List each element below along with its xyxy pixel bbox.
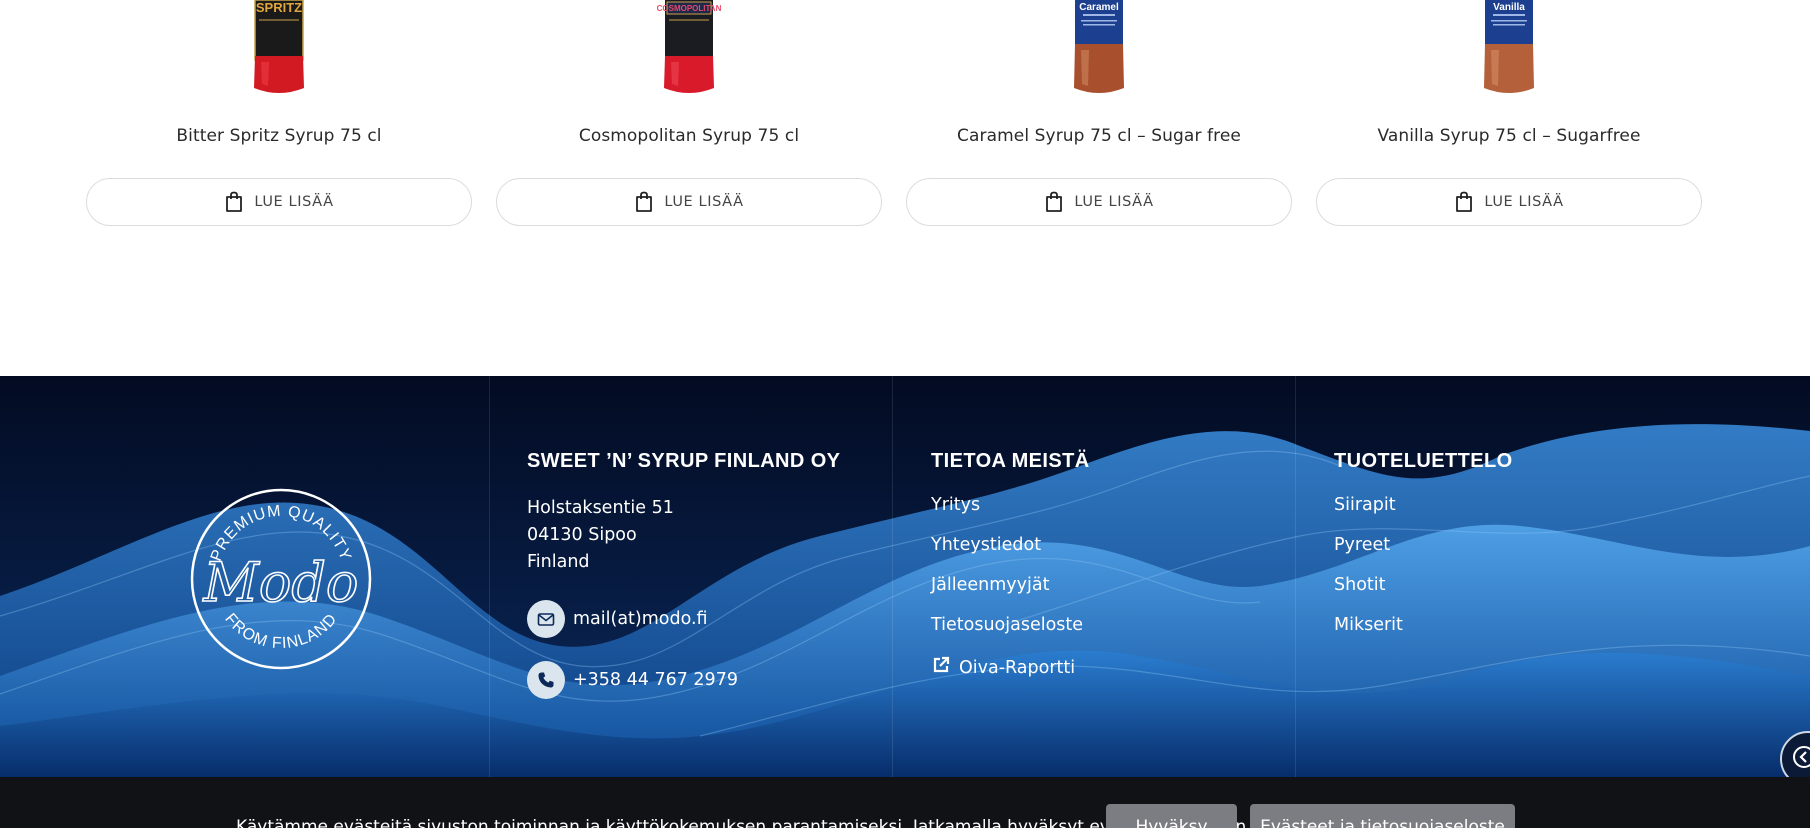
svg-text:FROM FINLAND: FROM FINLAND (221, 610, 340, 652)
cookie-accept-button[interactable]: Hyväksy (1106, 804, 1237, 828)
svg-text:Caramel: Caramel (1079, 2, 1119, 13)
read-more-label: LUE LISÄÄ (1484, 194, 1564, 210)
read-more-button[interactable]: LUE LISÄÄ (906, 178, 1292, 226)
email-contact[interactable]: mail(at)modo.fi (527, 600, 840, 638)
catalog-column: TUOTELUETTELO Siirapit Pyreet Shotit Mik… (1334, 450, 1513, 655)
footer-link-yhteystiedot[interactable]: Yhteystiedot (931, 535, 1090, 555)
product-grid: SPRITZ Bitter Spritz Syrup 75 cl LUE LIS… (0, 0, 1810, 376)
email-text[interactable]: mail(at)modo.fi (573, 609, 708, 629)
product-card: Caramel Caramel Syrup 75 cl – Sugar free… (906, 0, 1292, 230)
bag-icon (224, 191, 244, 213)
product-card: Vanilla Vanilla Syrup 75 cl – Sugarfree … (1316, 0, 1702, 230)
column-divider (1295, 376, 1296, 777)
phone-icon (527, 661, 565, 699)
read-more-label: LUE LISÄÄ (1074, 194, 1154, 210)
footer-link-siirapit[interactable]: Siirapit (1334, 495, 1513, 515)
product-image[interactable]: SPRITZ (229, 0, 329, 96)
site-footer: PREMIUM QUALITY FROM FINLAND Modo SWEET … (0, 376, 1810, 777)
footer-link-oiva-raportti[interactable]: Oiva-Raportti (931, 655, 1090, 680)
bag-icon (1454, 191, 1474, 213)
product-name[interactable]: Cosmopolitan Syrup 75 cl (496, 126, 882, 146)
cookie-info-button[interactable]: Evästeet ja tietosuojaseloste (1250, 804, 1515, 828)
envelope-icon (527, 600, 565, 638)
cookie-text: Käytämme evästeitä sivuston toiminnan ja… (236, 817, 1252, 828)
product-image[interactable]: Caramel (1049, 0, 1149, 96)
bag-icon (634, 191, 654, 213)
read-more-button[interactable]: LUE LISÄÄ (86, 178, 472, 226)
read-more-label: LUE LISÄÄ (254, 194, 334, 210)
about-column: TIETOA MEISTÄ Yritys Yhteystiedot Jällee… (931, 450, 1090, 700)
read-more-label: LUE LISÄÄ (664, 194, 744, 210)
product-image[interactable]: COSMOPOLITAN (639, 0, 739, 96)
product-card: COSMOPOLITAN Cosmopolitan Syrup 75 cl LU… (496, 0, 882, 230)
footer-link-yritys[interactable]: Yritys (931, 495, 1090, 515)
column-divider (489, 376, 490, 777)
svg-text:SPRITZ: SPRITZ (256, 0, 302, 15)
read-more-button[interactable]: LUE LISÄÄ (496, 178, 882, 226)
product-name[interactable]: Caramel Syrup 75 cl – Sugar free (906, 126, 1292, 146)
read-more-button[interactable]: LUE LISÄÄ (1316, 178, 1702, 226)
address-street: Holstaksentie 51 (527, 498, 674, 518)
svg-text:COSMOPOLITAN: COSMOPOLITAN (657, 4, 722, 13)
badge-logo-text: Modo (203, 551, 359, 614)
column-divider (892, 376, 893, 777)
footer-link-jalleenmyyjat[interactable]: Jälleenmyyjät (931, 575, 1090, 595)
product-image[interactable]: Vanilla (1459, 0, 1559, 96)
svg-text:Vanilla: Vanilla (1493, 2, 1525, 13)
footer-link-pyreet[interactable]: Pyreet (1334, 535, 1513, 555)
oiva-raportti-label: Oiva-Raportti (959, 657, 1076, 678)
address-country: Finland (527, 552, 590, 572)
cookie-banner: Käytämme evästeitä sivuston toiminnan ja… (0, 777, 1810, 828)
company-heading: SWEET ’N’ SYRUP FINLAND OY (527, 450, 841, 472)
modo-badge-logo[interactable]: PREMIUM QUALITY FROM FINLAND Modo (188, 486, 374, 672)
catalog-heading: TUOTELUETTELO (1334, 450, 1513, 472)
bag-icon (1044, 191, 1064, 213)
badge-bottom-text: FROM FINLAND (221, 610, 339, 652)
product-card: SPRITZ Bitter Spritz Syrup 75 cl LUE LIS… (86, 0, 472, 230)
about-heading: TIETOA MEISTÄ (931, 450, 1090, 472)
company-column: SWEET ’N’ SYRUP FINLAND OY Holstaksentie… (527, 450, 840, 699)
product-name[interactable]: Vanilla Syrup 75 cl – Sugarfree (1316, 126, 1702, 146)
address-city: 04130 Sipoo (527, 525, 637, 545)
phone-contact[interactable]: +358 44 767 2979 (527, 661, 840, 699)
product-name[interactable]: Bitter Spritz Syrup 75 cl (86, 126, 472, 146)
footer-link-tietosuojaseloste[interactable]: Tietosuojaseloste (931, 615, 1090, 635)
footer-link-mikserit[interactable]: Mikserit (1334, 615, 1513, 635)
footer-link-shotit[interactable]: Shotit (1334, 575, 1513, 595)
accessibility-icon (1792, 745, 1810, 773)
external-link-icon (931, 655, 951, 680)
phone-text[interactable]: +358 44 767 2979 (573, 670, 738, 690)
